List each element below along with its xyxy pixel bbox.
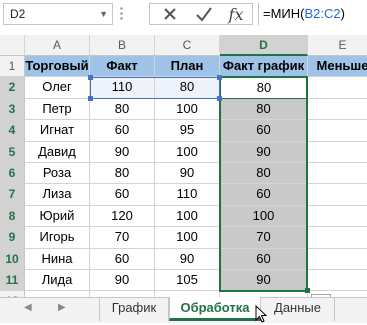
row-header-7[interactable]: 7 <box>0 184 25 206</box>
table-cell[interactable]: 70 <box>220 227 308 249</box>
table-cell[interactable]: 80 <box>155 77 220 99</box>
active-cell-value: 80 <box>256 80 272 96</box>
table-cell[interactable]: 90 <box>155 248 220 270</box>
column-header-d[interactable]: D <box>220 35 308 56</box>
table-cell[interactable]: 110 <box>90 77 155 99</box>
table-cell[interactable]: Олег <box>25 77 90 99</box>
table-cell[interactable]: 90 <box>90 141 155 163</box>
table-cell[interactable]: 80 <box>220 98 308 121</box>
empty-cell[interactable] <box>308 142 367 163</box>
empty-cell[interactable] <box>308 206 367 228</box>
table-cell[interactable]: 100 <box>155 227 220 249</box>
table-cell[interactable]: 100 <box>220 205 308 228</box>
table-cell[interactable]: 80 <box>90 163 155 185</box>
active-cell[interactable]: 80 <box>220 77 308 99</box>
row-header-1[interactable]: 1 <box>0 56 25 78</box>
table-header-cell[interactable]: Торговый <box>25 56 90 78</box>
sheet-tab-bar: ◀ ▶ График Обработка Данные <box>0 297 367 323</box>
formula-range-ref: B2:C2 <box>304 6 341 21</box>
empty-cell[interactable] <box>308 249 367 270</box>
scroll-left-arrow-icon[interactable]: ◀ <box>24 302 32 313</box>
table-cell[interactable]: 95 <box>155 120 220 142</box>
row-header-6[interactable]: 6 <box>0 163 25 185</box>
table-cell[interactable]: 100 <box>155 141 220 163</box>
table-cell[interactable]: 110 <box>155 184 220 206</box>
column-header-a[interactable]: A <box>25 35 90 56</box>
table-cell[interactable]: Лиза <box>25 184 90 206</box>
fill-handle[interactable] <box>305 288 310 294</box>
table-cell[interactable]: 60 <box>90 248 155 270</box>
table-header-cell[interactable]: Факт график <box>220 56 308 78</box>
table-header-cell[interactable]: План <box>155 56 220 78</box>
table-cell[interactable]: Нина <box>25 248 90 270</box>
table-cell[interactable]: 90 <box>155 163 220 185</box>
table-header-cell[interactable]: Меньше <box>308 56 367 78</box>
tab-grafik[interactable]: График <box>99 297 169 321</box>
table-cell[interactable]: 60 <box>90 120 155 142</box>
column-header-e[interactable]: E <box>308 35 367 56</box>
row-header-4[interactable]: 4 <box>0 120 25 142</box>
reference-handle[interactable] <box>88 75 93 81</box>
empty-cell[interactable] <box>308 184 367 206</box>
select-all-corner[interactable] <box>0 35 25 56</box>
table-cell[interactable]: Игорь <box>25 227 90 249</box>
table-cell[interactable]: Роза <box>25 163 90 185</box>
row-header-8[interactable]: 8 <box>0 205 25 228</box>
empty-cell[interactable] <box>308 77 367 99</box>
reference-handle[interactable] <box>217 75 222 81</box>
row-header-11[interactable]: 11 <box>0 270 25 292</box>
chevron-down-icon[interactable]: ▼ <box>99 4 108 24</box>
tab-dannye[interactable]: Данные <box>261 297 335 321</box>
name-box-value: D2 <box>10 7 26 21</box>
column-header-c[interactable]: C <box>155 35 220 56</box>
table-cell[interactable]: 80 <box>220 163 308 185</box>
row-header-5[interactable]: 5 <box>0 141 25 163</box>
table-cell[interactable]: 60 <box>220 248 308 270</box>
table-cell[interactable]: Игнат <box>25 120 90 142</box>
table-cell[interactable]: Петр <box>25 98 90 121</box>
row-header-3[interactable]: 3 <box>0 98 25 121</box>
name-box[interactable]: D2 ▼ <box>3 3 113 25</box>
formula-prefix: =МИН( <box>263 6 305 21</box>
table-cell[interactable]: 90 <box>220 270 308 292</box>
reference-handle[interactable] <box>217 95 222 101</box>
empty-cell[interactable] <box>308 270 367 292</box>
table-cell[interactable]: 70 <box>90 227 155 249</box>
reference-handle[interactable] <box>88 95 93 101</box>
confirm-check-icon[interactable] <box>190 4 218 24</box>
table-cell[interactable]: 90 <box>220 141 308 163</box>
formula-buttons: fx <box>149 3 253 25</box>
table-cell[interactable]: 105 <box>155 270 220 292</box>
table-cell[interactable]: 90 <box>90 270 155 292</box>
formula-input[interactable]: =МИН(B2:C2) <box>258 3 367 25</box>
table-cell[interactable]: Лида <box>25 270 90 292</box>
row-header-9[interactable]: 9 <box>0 227 25 249</box>
empty-cell[interactable] <box>308 120 367 142</box>
row-header-2[interactable]: 2 <box>0 77 25 99</box>
empty-cell[interactable] <box>308 227 367 249</box>
table-cell[interactable]: 60 <box>220 120 308 142</box>
table-cell[interactable]: Давид <box>25 141 90 163</box>
column-header-b[interactable]: B <box>90 35 155 56</box>
empty-cell[interactable] <box>308 163 367 185</box>
table-cell[interactable]: 100 <box>155 98 220 121</box>
table-cell[interactable]: 100 <box>155 205 220 228</box>
insert-function-icon[interactable]: fx <box>222 4 250 24</box>
table-cell[interactable]: 60 <box>220 184 308 206</box>
mouse-pointer-icon <box>255 305 268 323</box>
splitter-dots-icon[interactable] <box>120 6 123 20</box>
tab-obrabotka[interactable]: Обработка <box>169 297 261 321</box>
table-cell[interactable]: 80 <box>90 98 155 121</box>
empty-cell[interactable] <box>308 99 367 121</box>
formula-bar-area: D2 ▼ fx =МИН(B2:C2) <box>0 0 367 30</box>
formula-suffix: ) <box>340 6 345 21</box>
table-header-cell[interactable]: Факт <box>90 56 155 78</box>
table-cell[interactable]: 120 <box>90 205 155 228</box>
table-cell[interactable]: 60 <box>90 184 155 206</box>
table-cell[interactable]: Юрий <box>25 205 90 228</box>
cancel-icon[interactable] <box>156 4 184 24</box>
scroll-right-arrow-icon[interactable]: ▶ <box>58 302 66 313</box>
row-header-10[interactable]: 10 <box>0 248 25 270</box>
